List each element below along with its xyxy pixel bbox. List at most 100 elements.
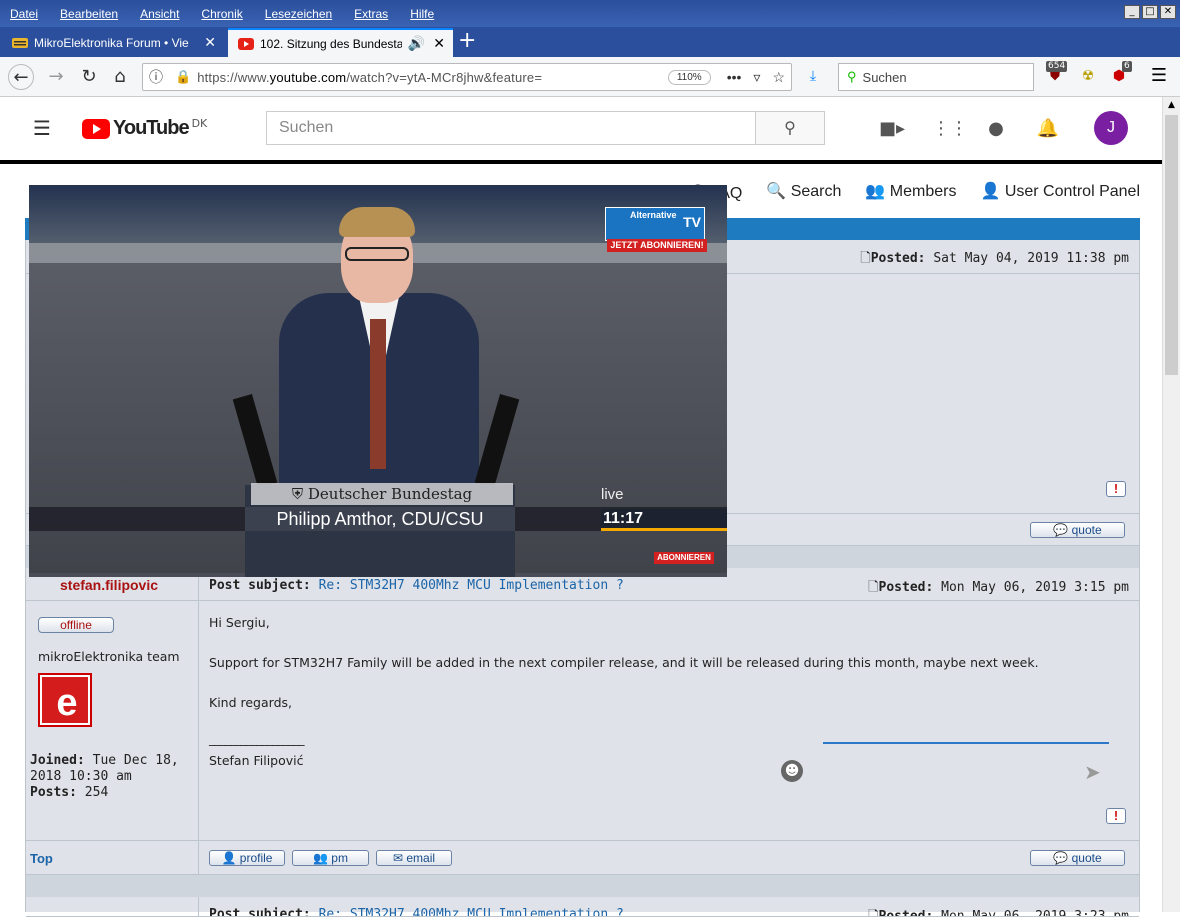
send-icon[interactable]: ➤ — [1084, 760, 1101, 784]
joined-info: Joined: Tue Dec 18, 2018 10:30 am Posts:… — [30, 753, 179, 800]
chyron-institution: ⛨ Deutscher Bundestag — [251, 483, 513, 505]
profile-button[interactable]: 👤 profile — [209, 850, 285, 866]
tab-mikroelektronika-forum[interactable]: MikroElektronika Forum • Vie ✕ — [2, 28, 224, 57]
maximize-button[interactable]: □ — [1142, 5, 1158, 19]
mikroe-avatar: e — [38, 673, 92, 727]
new-tab-button[interactable]: + — [458, 29, 476, 53]
pocket-icon[interactable]: ▿ — [753, 69, 760, 86]
post2-footer: Top 👤 profile 👥 pm ✉ email 💬 quote — [26, 841, 1139, 875]
post1-posted: 🗋Posted: Sat May 04, 2019 11:38 pm — [860, 251, 1129, 266]
url-text[interactable]: https://www.youtube.com/watch?v=ytA-MCr8… — [197, 70, 668, 85]
bookmark-star-icon[interactable]: ☆ — [772, 69, 785, 86]
youtube-search-button[interactable]: ⚲ — [755, 111, 825, 145]
forum-favicon-icon — [12, 37, 28, 48]
menu-bearbeiten[interactable]: Bearbeiten — [60, 7, 118, 21]
minimize-button[interactable]: _ — [1124, 5, 1140, 19]
hamburger-menu-icon[interactable]: ☰ — [1148, 65, 1170, 87]
close-window-button[interactable]: ✕ — [1160, 5, 1176, 19]
channel-logo-text: Alternative — [630, 210, 677, 220]
channel-logo-tv: TV — [683, 214, 701, 230]
forum-nav-members[interactable]: 👥 Members — [865, 181, 956, 201]
post-line-closing: Kind regards, — [209, 695, 292, 710]
top-link[interactable]: Top — [30, 851, 53, 866]
post-subject: Post subject: Re: STM32H7 400Mhz MCU Imp… — [209, 907, 624, 916]
navigation-toolbar: ← → ↻ ⌂ ⓘ 🔒 https://www.youtube.com/watc… — [0, 57, 1180, 97]
live-label: live — [601, 486, 624, 503]
youtube-favicon-icon — [238, 37, 254, 50]
author-name[interactable]: stefan.filipovic — [60, 577, 158, 593]
chat-input-underline[interactable] — [823, 742, 1109, 744]
post3-header: Post subject: Re: STM32H7 400Mhz MCU Imp… — [26, 897, 1139, 917]
speaker-icon[interactable]: 🔊 — [408, 35, 425, 52]
adblock-plus-icon[interactable]: ⬢ 6 — [1108, 61, 1132, 87]
svg-text:e: e — [56, 682, 77, 724]
menu-ansicht[interactable]: Ansicht — [140, 7, 179, 21]
video-player[interactable]: ⛨ Deutscher Bundestag Philipp Amthor, CD… — [29, 185, 727, 577]
menu-chronik[interactable]: Chronik — [201, 7, 242, 21]
video-clock: 11:17 — [601, 509, 727, 531]
ublock-badge: 654 — [1046, 61, 1068, 72]
home-button[interactable]: ⌂ — [107, 64, 133, 90]
signature-rule: __________________ — [209, 731, 304, 746]
speaker-tie — [370, 319, 386, 469]
post-line-greeting: Hi Sergiu, — [209, 615, 270, 630]
radioactive-extension-icon[interactable]: ☢ — [1077, 65, 1099, 87]
emoji-icon[interactable]: ☻ — [781, 760, 803, 782]
page-actions-icon[interactable]: ••• — [727, 69, 742, 85]
channel-logo[interactable]: Alternative TV — [605, 207, 705, 241]
zoom-indicator[interactable]: 110% — [667, 69, 711, 85]
messages-icon[interactable]: ● — [984, 117, 1008, 141]
video-camera-icon[interactable]: ■▸ — [879, 117, 905, 141]
search-icon: ⚲ — [847, 69, 857, 84]
url-bar[interactable]: ⓘ 🔒 https://www.youtube.com/watch?v=ytA-… — [142, 63, 792, 91]
youtube-search-input[interactable]: Suchen — [266, 111, 756, 145]
subscribe-banner[interactable]: JETZT ABONNIEREN! — [607, 239, 707, 252]
apps-grid-icon[interactable]: ⋮⋮ — [932, 117, 968, 141]
report-button[interactable]: ! — [1106, 481, 1126, 497]
post3-author-cell — [26, 897, 199, 916]
post3-posted: 🗋Posted: Mon May 06, 2019 3:23 pm — [868, 909, 1129, 917]
tab-bar: MikroElektronika Forum • Vie ✕ 102. Sitz… — [0, 27, 1180, 57]
tab-label: 102. Sitzung des Bundesta — [260, 36, 402, 51]
email-button[interactable]: ✉ email — [376, 850, 452, 866]
quote-button[interactable]: 💬 quote — [1030, 850, 1125, 866]
menu-datei[interactable]: Datei — [10, 7, 38, 21]
youtube-menu-icon[interactable]: ☰ — [30, 116, 54, 140]
info-icon[interactable]: ⓘ — [149, 67, 163, 87]
close-tab-icon[interactable]: ✕ — [204, 34, 216, 51]
report-button[interactable]: ! — [1106, 808, 1126, 824]
scroll-up-icon[interactable]: ▲ — [1163, 97, 1180, 114]
youtube-logo[interactable]: YouTube DK — [82, 117, 207, 140]
reload-button[interactable]: ↻ — [76, 64, 102, 90]
search-bar[interactable]: ⚲ Suchen — [838, 63, 1034, 91]
forum-nav-ucp[interactable]: 👤 User Control Panel — [980, 181, 1140, 201]
ublock-icon[interactable]: ⛊ 654 — [1044, 61, 1068, 87]
chyron-speaker-name: Philipp Amthor, CDU/CSU — [245, 507, 515, 531]
separator — [26, 875, 1139, 897]
youtube-wordmark: YouTube — [113, 117, 190, 139]
post2-posted: 🗋Posted: Mon May 06, 2019 3:15 pm — [868, 580, 1129, 595]
scrollbar-thumb[interactable] — [1165, 115, 1178, 375]
menu-hilfe[interactable]: Hilfe — [410, 7, 434, 21]
post-subject: Post subject: Re: STM32H7 400Mhz MCU Imp… — [209, 578, 624, 593]
tab-bundestag-video[interactable]: 102. Sitzung des Bundesta 🔊 ✕ — [228, 28, 453, 57]
pm-button[interactable]: 👥 pm — [292, 850, 369, 866]
post2-profile-cell: offline mikroElektronika team e Joined: … — [26, 601, 199, 840]
close-tab-icon[interactable]: ✕ — [433, 35, 445, 52]
account-avatar[interactable]: J — [1094, 111, 1128, 145]
bell-icon[interactable]: 🔔 — [1036, 117, 1060, 141]
forward-button[interactable]: → — [43, 64, 69, 90]
search-placeholder: Suchen — [862, 69, 907, 85]
post-subject-link[interactable]: Re: STM32H7 400Mhz MCU Implementation ? — [319, 907, 624, 916]
subscribe-watermark[interactable]: ABONNIEREN — [654, 552, 714, 564]
quote-button[interactable]: 💬 quote — [1030, 522, 1125, 538]
user-rank: mikroElektronika team — [38, 649, 180, 664]
vertical-scrollbar[interactable]: ▲ — [1162, 97, 1180, 912]
forum-nav-search[interactable]: 🔍 Search — [766, 181, 841, 201]
downloads-icon[interactable]: ⤓ — [802, 65, 824, 87]
menu-lesezeichen[interactable]: Lesezeichen — [265, 7, 332, 21]
back-button[interactable]: ← — [8, 64, 34, 90]
lock-icon[interactable]: 🔒 — [175, 69, 191, 85]
post-subject-link[interactable]: Re: STM32H7 400Mhz MCU Implementation ? — [319, 578, 624, 593]
menu-extras[interactable]: Extras — [354, 7, 388, 21]
